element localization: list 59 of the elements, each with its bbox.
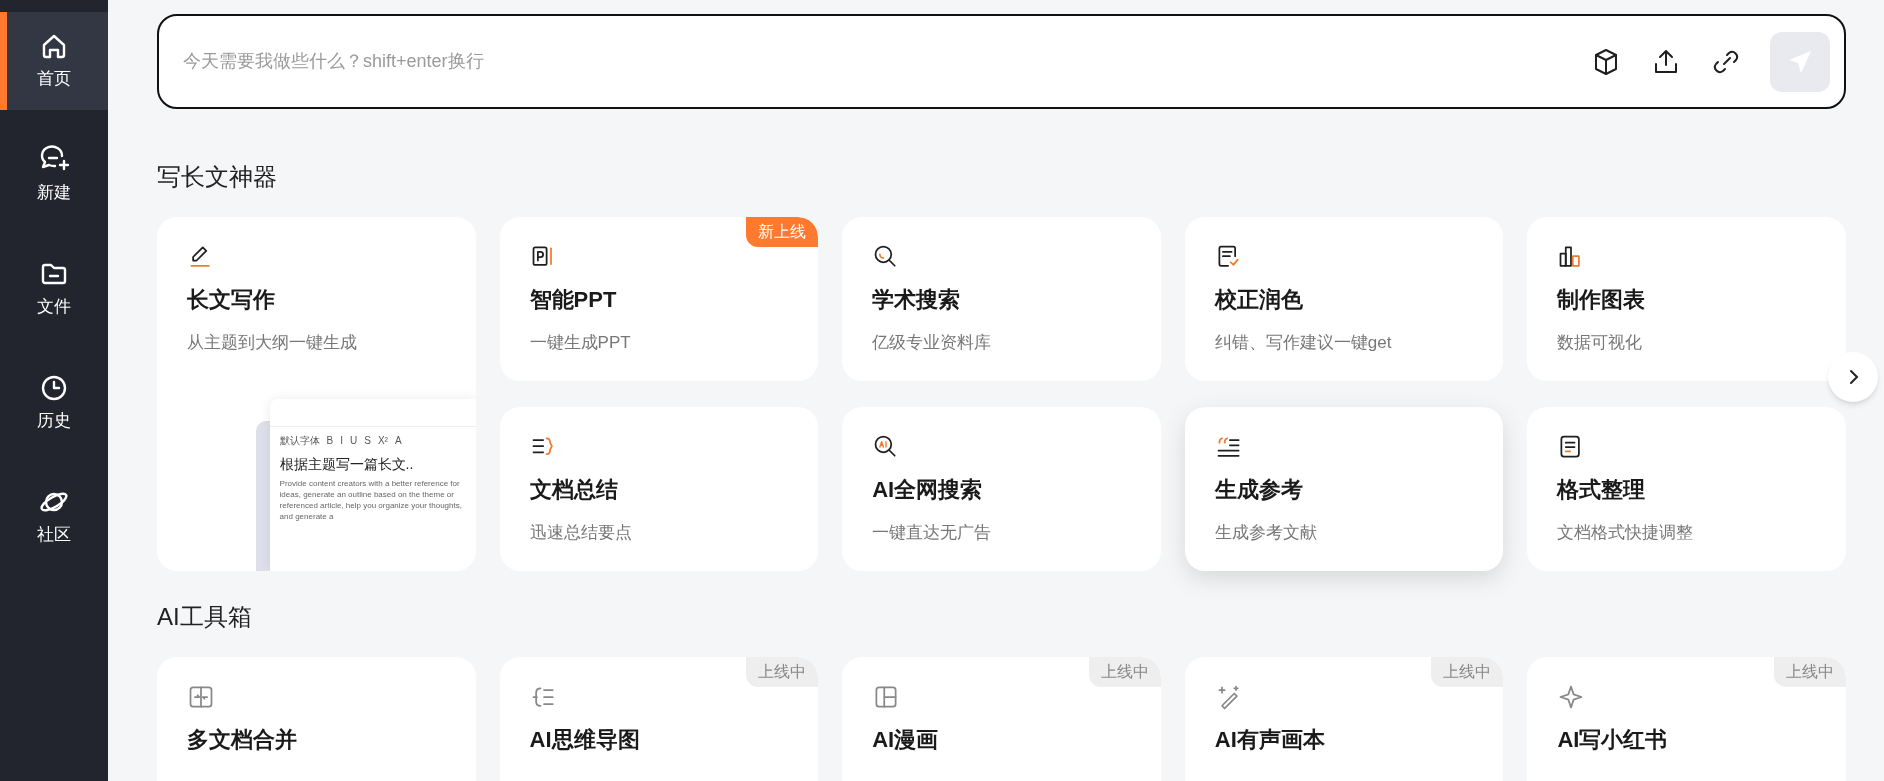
status-badge: 新上线: [746, 217, 819, 247]
card-title: 文档总结: [529, 476, 619, 504]
card-title: 智能PPT: [529, 286, 618, 314]
card-title: 学术搜索: [872, 286, 962, 314]
feature-card[interactable]: AI全网搜索 一键直达无广告: [842, 407, 1161, 571]
sidebar-item[interactable]: 首页: [0, 12, 108, 110]
card-subtitle: 一键生成PPT: [529, 332, 632, 354]
card-subtitle: 纠错、写作建议一键get: [1214, 332, 1393, 354]
card-title: 格式整理: [1557, 476, 1647, 504]
feature-card[interactable]: AI漫画 上线中: [842, 657, 1161, 781]
card-title: 长文写作: [187, 286, 276, 314]
toolbar-item: S: [364, 434, 371, 448]
feature-card[interactable]: [157, 217, 476, 571]
card-subtitle: 亿级专业资料库: [872, 332, 993, 354]
sidebar-item[interactable]: 文件: [0, 240, 108, 338]
feature-card[interactable]: 制作图表 数据可视化: [1527, 217, 1846, 381]
feature-card[interactable]: 生成参考 生成参考文献: [1184, 407, 1504, 571]
feature-card[interactable]: 格式整理 文档格式快捷调整: [1527, 407, 1846, 571]
card-title: AI思维导图: [529, 726, 641, 754]
card-title: 校正润色: [1214, 286, 1304, 314]
toolbar-item: X²: [377, 434, 388, 448]
feature-card[interactable]: AI思维导图 上线中: [499, 657, 819, 781]
toolbar-item: U: [350, 434, 358, 448]
preview-heading: 根据主题写一篇长文..: [278, 455, 415, 474]
toolbar-item: B: [326, 434, 334, 448]
status-badge: 上线中: [1088, 657, 1161, 687]
section-title: AI工具箱: [157, 602, 253, 632]
status-badge: 上线中: [1774, 657, 1846, 687]
card-subtitle: 文档格式快捷调整: [1557, 522, 1695, 544]
toolbar-item: 默认字体: [279, 434, 320, 448]
feature-card[interactable]: AI写小红书 上线中: [1527, 657, 1846, 781]
sidebar-item[interactable]: 历史: [0, 354, 108, 452]
feature-card[interactable]: 校正润色 纠错、写作建议一键get: [1184, 217, 1504, 381]
sidebar-item[interactable]: 社区: [0, 468, 108, 566]
section-title: 写长文神器: [157, 162, 278, 192]
status-badge: 上线中: [1431, 657, 1504, 687]
card-title: 生成参考: [1214, 476, 1304, 504]
card-title: AI全网搜索: [872, 476, 984, 504]
card-title: AI写小红书: [1557, 726, 1669, 754]
toolbar-item: I: [340, 434, 344, 448]
toolbar-item: A: [394, 434, 402, 448]
card-title: 多文档合并: [187, 726, 298, 754]
prompt-input[interactable]: 今天需要我做些什么？shift+enter换行: [183, 48, 1590, 75]
card-subtitle: 迅速总结要点: [529, 522, 633, 544]
feature-card[interactable]: 多文档合并: [157, 657, 476, 781]
feature-card[interactable]: AI有声画本 上线中: [1184, 657, 1504, 781]
feature-card[interactable]: 智能PPT 一键生成PPT 新上线: [499, 217, 819, 381]
sidebar-item[interactable]: 新建: [0, 126, 108, 224]
status-badge: 上线中: [746, 657, 819, 687]
card-subtitle: 生成参考文献: [1214, 522, 1318, 544]
card-title: AI漫画: [872, 726, 940, 754]
card-subtitle: 数据可视化: [1557, 332, 1644, 354]
feature-card[interactable]: 文档总结 迅速总结要点: [499, 407, 819, 571]
feature-card[interactable]: 学术搜索 亿级专业资料库: [842, 217, 1161, 381]
card-title: AI有声画本: [1214, 726, 1326, 754]
card-subtitle: 一键直达无广告: [872, 522, 993, 544]
card-subtitle: 从主题到大纲一键生成: [187, 332, 358, 354]
card-title: 制作图表: [1557, 286, 1647, 314]
preview-text: Provide content creators with a better reference for ideas, generate an outline based on the theme or referenced article, help you organize your thoughts, and generate a: [278, 478, 463, 522]
